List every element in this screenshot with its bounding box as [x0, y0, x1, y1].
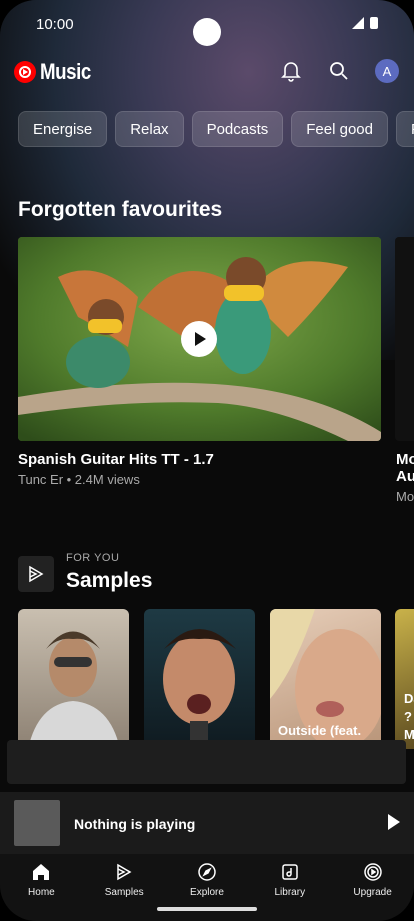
- upgrade-icon: [363, 863, 382, 881]
- status-bar: 10:00: [0, 0, 414, 46]
- battery-icon: [370, 17, 378, 29]
- mini-play-icon[interactable]: [388, 814, 400, 830]
- mini-player[interactable]: Nothing is playing: [0, 792, 414, 854]
- next-card-title[interactable]: Mo Au: [396, 451, 414, 485]
- nav-explore-label: Explore: [190, 887, 224, 898]
- section-eyebrow: FOR YOU: [66, 552, 120, 564]
- samples-carousel: Outside (feat.: [18, 609, 381, 749]
- nav-upgrade-label: Upgrade: [353, 887, 392, 898]
- samples-play-icon: [29, 565, 44, 583]
- system-icons: [352, 17, 378, 29]
- search-icon: [330, 62, 348, 80]
- app-logo[interactable]: Music: [14, 59, 100, 85]
- nav-samples-label: Samples: [104, 887, 144, 898]
- samples-icon: [117, 863, 132, 881]
- camera-cutout: [193, 18, 221, 46]
- play-button[interactable]: [181, 321, 217, 357]
- overlay-bar: [7, 740, 406, 784]
- compass-icon: [198, 863, 216, 881]
- avatar: A: [375, 59, 399, 83]
- nav-samples[interactable]: Samples: [83, 854, 166, 921]
- play-icon: [195, 332, 206, 346]
- nav-upgrade[interactable]: Upgrade: [331, 854, 414, 921]
- chip-partial[interactable]: Pa: [395, 111, 414, 147]
- sample-thumbnail-1[interactable]: [18, 609, 129, 749]
- sample-image-1: [28, 631, 120, 749]
- nav-home[interactable]: Home: [0, 854, 83, 921]
- mood-chips: Energise Relax Podcasts Feel good Pa: [18, 111, 414, 147]
- sample-thumbnail-3[interactable]: Outside (feat.: [270, 609, 381, 749]
- music-logo-icon: [14, 61, 36, 83]
- mini-player-text: Nothing is playing: [74, 816, 196, 832]
- mini-player-artwork: [14, 800, 60, 846]
- section-title: Forgotten favourites: [18, 198, 223, 221]
- gesture-bar: [157, 907, 257, 911]
- chip-podcasts[interactable]: Podcasts: [191, 111, 284, 147]
- account-button[interactable]: A: [374, 58, 400, 84]
- phone-screen: 10:00 Music A Energise Relax Podcasts Fe…: [0, 0, 414, 921]
- home-icon: [33, 864, 50, 880]
- library-icon: [282, 864, 298, 880]
- notifications-button[interactable]: [278, 58, 304, 84]
- next-card-thumbnail[interactable]: [395, 237, 414, 441]
- samples-heading: Samples: [66, 569, 153, 592]
- nav-home-label: Home: [28, 887, 55, 898]
- samples-section-icon: [18, 556, 54, 592]
- nav-library[interactable]: Library: [248, 854, 331, 921]
- video-subtitle: Tunc Er • 2.4M views: [18, 472, 140, 487]
- app-name: Music: [40, 59, 91, 84]
- sample-title-3: Outside (feat.: [278, 723, 362, 738]
- video-title[interactable]: Spanish Guitar Hits TT - 1.7: [18, 451, 214, 468]
- bell-icon: [281, 62, 301, 82]
- search-button[interactable]: [326, 58, 352, 84]
- chip-relax[interactable]: Relax: [115, 111, 184, 147]
- featured-video-thumbnail[interactable]: [18, 237, 381, 441]
- sample-image-2: [163, 629, 236, 749]
- chip-feel-good[interactable]: Feel good: [291, 111, 388, 147]
- app-bar: Music A: [14, 52, 400, 92]
- chip-energise[interactable]: Energise: [18, 111, 108, 147]
- sample-thumbnail-2[interactable]: [144, 609, 255, 749]
- nav-library-label: Library: [274, 887, 306, 898]
- status-time: 10:00: [36, 16, 74, 33]
- signal-icon: [352, 17, 364, 29]
- sample-title-4: Da ? M: [404, 691, 414, 742]
- next-card-subtitle: Mo: [396, 489, 414, 504]
